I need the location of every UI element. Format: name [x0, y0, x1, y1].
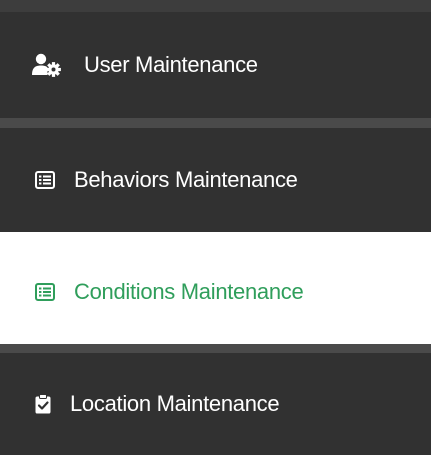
menu-divider: [0, 118, 431, 128]
menu-divider: [0, 344, 431, 353]
menu-item-location-maintenance[interactable]: Location Maintenance: [0, 353, 431, 455]
menu-divider: [0, 232, 431, 240]
user-gear-icon: [32, 53, 62, 77]
menu-item-label: User Maintenance: [84, 52, 258, 77]
menu-item-behaviors-maintenance[interactable]: Behaviors Maintenance: [0, 128, 431, 232]
menu-item-conditions-maintenance[interactable]: Conditions Maintenance: [0, 240, 431, 344]
sidebar-menu: User Maintenance Behaviors Maintenance C…: [0, 0, 431, 455]
menu-item-label: Behaviors Maintenance: [74, 167, 298, 192]
menu-item-user-maintenance[interactable]: User Maintenance: [0, 12, 431, 118]
menu-item-label: Location Maintenance: [70, 391, 280, 416]
menu-item-label: Conditions Maintenance: [74, 279, 304, 304]
list-alt-icon: [34, 171, 56, 189]
clipboard-check-icon: [34, 394, 52, 414]
menu-top-divider: [0, 0, 431, 12]
list-alt-icon: [34, 283, 56, 301]
